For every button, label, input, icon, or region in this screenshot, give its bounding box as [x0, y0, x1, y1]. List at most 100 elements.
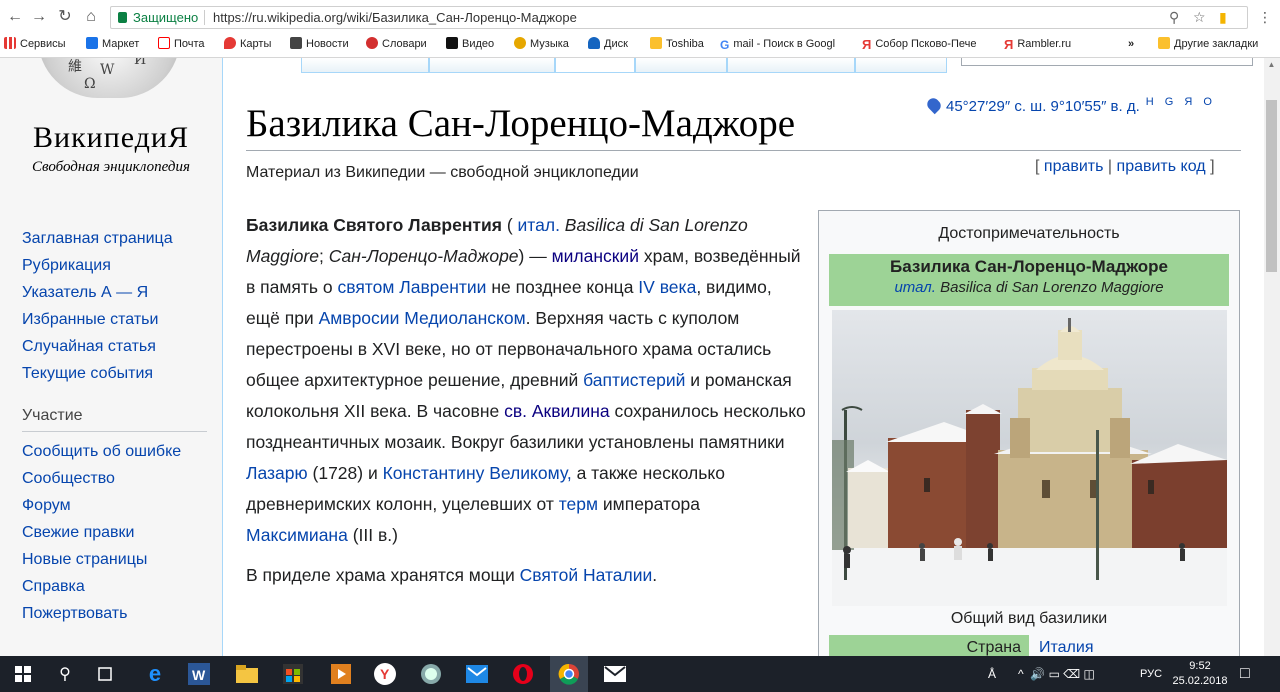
- wikipedia-globe-logo[interactable]: 維WИΩ: [38, 58, 180, 98]
- language-indicator[interactable]: РУС: [1140, 656, 1162, 692]
- notifications-icon[interactable]: □: [1240, 656, 1250, 692]
- link[interactable]: баптистерий: [583, 370, 685, 390]
- folder-icon: [1158, 37, 1170, 49]
- bookmark-label: Музыка: [530, 38, 569, 50]
- yandex-icon: Я: [862, 37, 872, 52]
- bookmark-item[interactable]: Маркет: [86, 36, 139, 52]
- search-icon[interactable]: ⚲: [46, 656, 84, 692]
- nav-link[interactable]: Случайная статья: [22, 333, 173, 360]
- reload-icon[interactable]: ↻: [54, 6, 76, 28]
- scroll-up-arrow-icon[interactable]: ▲: [1266, 60, 1277, 70]
- link[interactable]: святом Лаврентии: [337, 277, 486, 297]
- bookmark-apps[interactable]: Сервисы: [4, 36, 66, 52]
- link[interactable]: св. Аквилина: [504, 401, 610, 421]
- nav-link[interactable]: Новые страницы: [22, 546, 181, 573]
- clock[interactable]: 9:52 25.02.2018: [1170, 659, 1230, 689]
- bookmark-item[interactable]: Я Rambler.ru: [1004, 36, 1071, 52]
- address-bar[interactable]: Защищено https://ru.wikipedia.org/wiki/Б…: [110, 6, 1248, 29]
- search-input[interactable]: [961, 58, 1253, 66]
- link[interactable]: миланский: [552, 246, 639, 266]
- link[interactable]: Константину Великому,: [383, 463, 572, 483]
- bookmarks-overflow[interactable]: »: [1128, 36, 1134, 52]
- extension-icon[interactable]: ▮: [1219, 7, 1227, 28]
- chrome-icon[interactable]: [550, 656, 588, 692]
- link[interactable]: Лазарю: [246, 463, 308, 483]
- nav-link[interactable]: Свежие правки: [22, 519, 181, 546]
- file-explorer-icon[interactable]: [228, 656, 266, 692]
- link[interactable]: Амвросии Медиоланском: [319, 308, 526, 328]
- tab[interactable]: [635, 58, 727, 73]
- nav-link[interactable]: Заглавная страница: [22, 225, 173, 252]
- nav-link[interactable]: Сообщить об ошибке: [22, 438, 181, 465]
- nav-link[interactable]: Пожертвовать: [22, 600, 181, 627]
- store-icon[interactable]: [274, 656, 312, 692]
- apps-grid-icon: [4, 37, 16, 49]
- nav-link[interactable]: Указатель А — Я: [22, 279, 173, 306]
- yandex-browser-icon[interactable]: Y: [366, 656, 404, 692]
- tab[interactable]: [727, 58, 855, 73]
- bookmark-item[interactable]: Карты: [224, 36, 271, 52]
- edit-source-link[interactable]: править код: [1117, 158, 1206, 175]
- coordinates[interactable]: 45°27′29″ с. ш. 9°10′55″ в. д. H G Я O: [924, 95, 1216, 115]
- link[interactable]: итал.: [518, 215, 560, 235]
- bookmarks-bar: Сервисы Маркет Почта Карты Новости Слова…: [0, 33, 1280, 55]
- bookmark-item[interactable]: Новости: [290, 36, 349, 52]
- tab[interactable]: [855, 58, 947, 73]
- star-icon[interactable]: ☆: [1193, 7, 1206, 28]
- email-envelope-icon[interactable]: [596, 656, 634, 692]
- menu-icon[interactable]: ⋮: [1254, 6, 1276, 28]
- nav-link[interactable]: Справка: [22, 573, 181, 600]
- bookmark-item[interactable]: Toshiba: [650, 36, 704, 52]
- link[interactable]: Святой Наталии: [520, 565, 653, 585]
- nav-link[interactable]: Текущие события: [22, 360, 173, 387]
- bookmark-item[interactable]: Диск: [588, 36, 628, 52]
- tab[interactable]: [429, 58, 555, 73]
- back-icon[interactable]: ←: [4, 6, 26, 28]
- bookmark-item[interactable]: Словари: [366, 36, 427, 52]
- link[interactable]: IV века: [638, 277, 696, 297]
- app-icon[interactable]: [412, 656, 450, 692]
- opera-icon[interactable]: [504, 656, 542, 692]
- infobox-row-value[interactable]: Италия: [1039, 635, 1093, 656]
- word-icon[interactable]: W: [180, 656, 218, 692]
- link[interactable]: Максимиана: [246, 525, 348, 545]
- nav-link[interactable]: Форум: [22, 492, 181, 519]
- tray-icons[interactable]: ^ 🔊 ▭ ⌫ ◫: [1018, 656, 1095, 692]
- home-icon[interactable]: ⌂: [80, 6, 102, 28]
- bracket: [: [1035, 158, 1040, 175]
- bookmark-item[interactable]: Gmail - Поиск в Googl: [720, 36, 835, 52]
- edit-link[interactable]: править: [1044, 158, 1104, 175]
- map-links[interactable]: H G Я O: [1146, 96, 1216, 108]
- bookmark-item[interactable]: Музыка: [514, 36, 569, 52]
- people-icon[interactable]: Å: [988, 656, 996, 692]
- task-view-icon[interactable]: [86, 656, 124, 692]
- forward-icon[interactable]: →: [28, 6, 50, 28]
- music-icon: [514, 37, 526, 49]
- url-text[interactable]: https://ru.wikipedia.org/wiki/Базилика_С…: [213, 7, 577, 28]
- google-icon: G: [720, 38, 730, 52]
- bookmark-item[interactable]: Я Собор Псково-Пече: [862, 36, 976, 52]
- tab[interactable]: [555, 58, 635, 73]
- tab[interactable]: [301, 58, 429, 73]
- other-bookmarks[interactable]: Другие закладки: [1158, 36, 1258, 52]
- bookmark-item[interactable]: Почта: [158, 36, 205, 52]
- bookmark-label: Маркет: [102, 38, 140, 50]
- participate-heading: Участие: [22, 407, 83, 424]
- media-player-icon[interactable]: [322, 656, 360, 692]
- mail-icon[interactable]: [458, 656, 496, 692]
- link[interactable]: итал.: [894, 279, 935, 296]
- participate-navigation: Сообщить об ошибке Сообщество Форум Свеж…: [22, 438, 181, 627]
- edge-icon[interactable]: e: [136, 656, 174, 692]
- nav-link[interactable]: Избранные статьи: [22, 306, 173, 333]
- coordinates-text[interactable]: 45°27′29″ с. ш. 9°10′55″ в. д.: [946, 98, 1140, 115]
- windows-start-icon[interactable]: [4, 656, 42, 692]
- zoom-icon[interactable]: ⚲: [1169, 7, 1179, 28]
- basilica-photo[interactable]: [832, 310, 1227, 606]
- link[interactable]: терм: [559, 494, 598, 514]
- bookmark-item[interactable]: Видео: [446, 36, 494, 52]
- scrollbar-thumb[interactable]: [1266, 100, 1277, 272]
- nav-link[interactable]: Рубрикация: [22, 252, 173, 279]
- nav-link[interactable]: Сообщество: [22, 465, 181, 492]
- logo-wordmark[interactable]: ВикипедиЯ: [0, 121, 222, 155]
- page-subtitle: Материал из Википедии — свободной энцикл…: [246, 164, 639, 181]
